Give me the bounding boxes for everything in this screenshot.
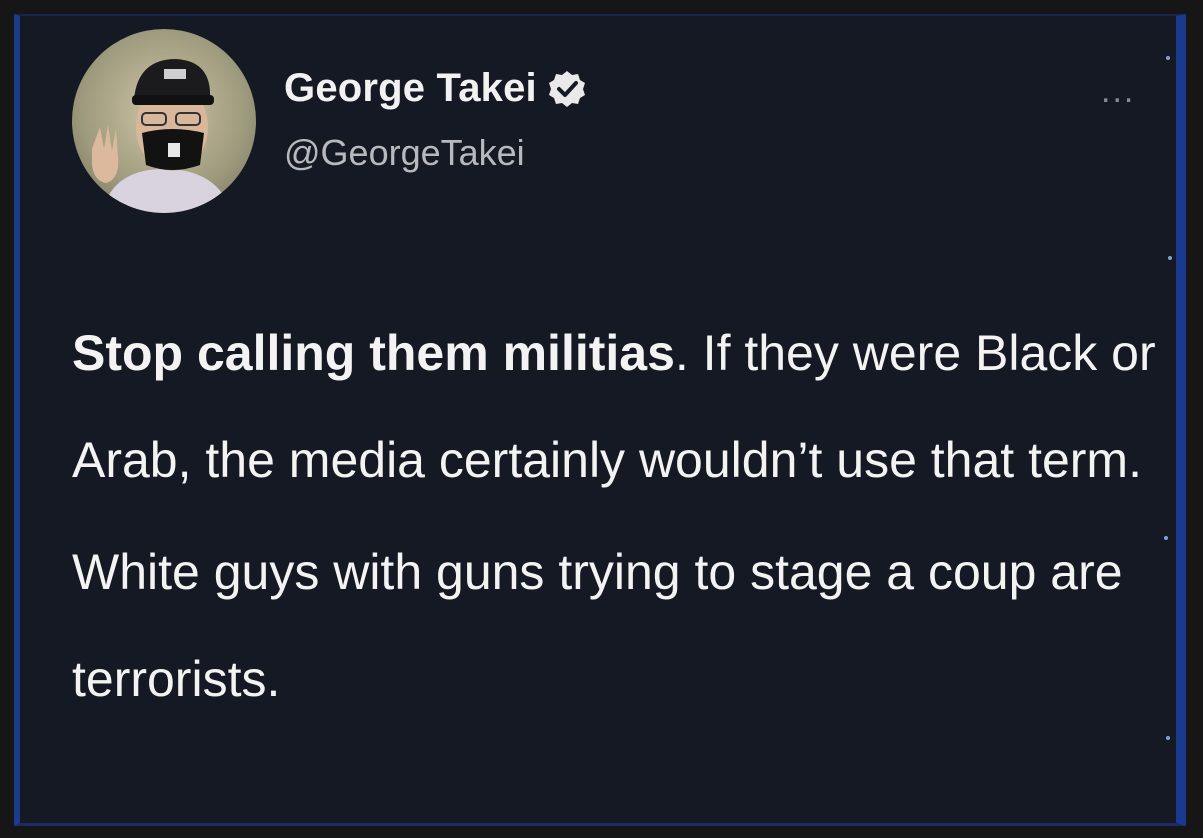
- tweet-text: Stop calling them militias. If they were…: [72, 300, 1162, 733]
- edge-sparkle: [1168, 256, 1172, 260]
- tweet-paragraph-2: White guys with guns trying to stage a c…: [72, 544, 1123, 707]
- tweet-paragraph-1: Stop calling them militias. If they were…: [72, 300, 1162, 514]
- verified-badge-icon: [548, 70, 585, 107]
- display-name[interactable]: George Takei: [284, 66, 537, 111]
- edge-sparkle: [1164, 536, 1168, 540]
- tweet-bold-text: Stop calling them militias: [72, 325, 675, 381]
- more-options-icon[interactable]: ...: [1101, 72, 1135, 111]
- author-row: George Takei: [284, 66, 587, 111]
- edge-sparkle: [1166, 736, 1170, 740]
- user-handle[interactable]: @GeorgeTakei: [284, 132, 525, 174]
- tweet-card: George Takei @GeorgeTakei ... Stop calli…: [14, 14, 1186, 826]
- edge-sparkle: [1166, 56, 1170, 60]
- avatar-photo: [92, 59, 232, 213]
- screenshot-frame: George Takei @GeorgeTakei ... Stop calli…: [0, 0, 1203, 838]
- avatar[interactable]: [72, 29, 256, 213]
